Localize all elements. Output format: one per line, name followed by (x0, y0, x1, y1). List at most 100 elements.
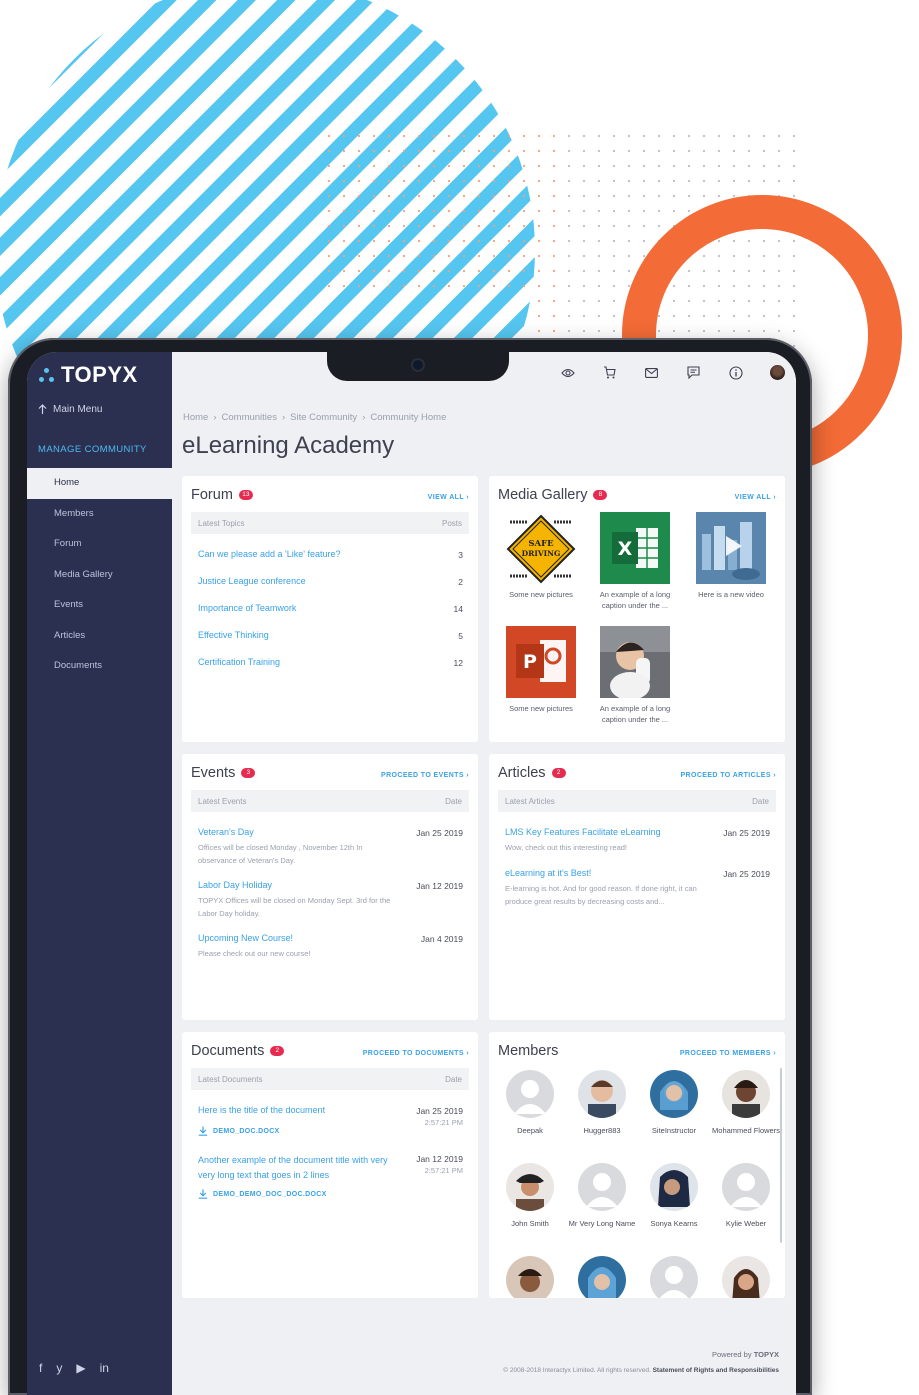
member-card[interactable]: Sonya Kearns (638, 1163, 710, 1229)
gallery-title-text: Media Gallery (498, 487, 588, 503)
sidebar-item-articles[interactable]: Articles (27, 621, 172, 652)
documents-title-text: Documents (191, 1043, 265, 1059)
download-icon (198, 1189, 208, 1199)
document-link[interactable]: Here is the title of the document (198, 1105, 398, 1115)
member-card[interactable]: SiteInstructor (638, 1070, 710, 1136)
mail-icon[interactable] (643, 364, 660, 381)
statement-link[interactable]: Statement of Rights and Responsibilities (653, 1367, 779, 1374)
col-latest-events: Latest Events (198, 797, 247, 806)
proceed-to-members-link[interactable]: PROCEED TO MEMBERS › (680, 1050, 776, 1057)
document-download-link[interactable]: DEMO_DOC.DOCX (198, 1126, 280, 1136)
article-link[interactable]: eLearning at it's Best! (505, 868, 591, 878)
placeholder-avatar-icon (506, 1070, 554, 1118)
sidebar-item-media-gallery[interactable]: Media Gallery (27, 560, 172, 591)
forum-topic-link[interactable]: Can we please add a 'Like' feature? (198, 549, 341, 559)
document-link[interactable]: Another example of the document title wi… (198, 1153, 403, 1183)
topyx-logo[interactable]: TOPYX (38, 362, 138, 388)
user-avatar[interactable] (769, 364, 786, 381)
col-latest-documents: Latest Documents (198, 1075, 263, 1084)
info-icon[interactable] (727, 364, 744, 381)
gallery-item[interactable]: SAFE DRIVING Some new pictures (499, 512, 583, 600)
gallery-view-all-link[interactable]: VIEW ALL › (735, 494, 776, 501)
member-photo (722, 1256, 770, 1298)
event-link[interactable]: Upcoming New Course! (198, 933, 293, 943)
member-name: SiteInstructor (651, 1126, 697, 1135)
sign-text-line-1: SAFE (528, 539, 554, 549)
gallery-caption: An example of a long caption under the .… (599, 590, 671, 610)
forum-topic-link[interactable]: Effective Thinking (198, 630, 269, 640)
member-card[interactable]: Mr Very Long Name (566, 1163, 638, 1229)
member-card[interactable] (494, 1256, 566, 1298)
placeholder-avatar-icon (650, 1256, 698, 1298)
breadcrumb-communities[interactable]: Communities (222, 412, 277, 423)
member-card[interactable]: Kylie Weber (710, 1163, 782, 1229)
forum-post-count: 5 (458, 631, 463, 641)
svg-text:X: X (618, 538, 633, 560)
member-card[interactable]: Deepak (494, 1070, 566, 1136)
proceed-to-documents-link[interactable]: PROCEED TO DOCUMENTS › (363, 1050, 469, 1057)
member-card[interactable]: John Smith (494, 1163, 566, 1229)
event-link[interactable]: Veteran's Day (198, 827, 254, 837)
gallery-item[interactable]: P Some new pictures (499, 626, 583, 714)
articles-card: Articles 2 PROCEED TO ARTICLES › Latest A… (489, 754, 785, 1020)
twitter-icon[interactable]: y (56, 1361, 62, 1375)
proceed-to-events-link[interactable]: PROCEED TO EVENTS › (381, 772, 469, 779)
events-table-header: Latest Events Date (191, 790, 469, 812)
arrow-up-icon (38, 404, 47, 414)
member-photo (650, 1070, 698, 1118)
gallery-item[interactable]: Here is a new video (689, 512, 773, 600)
forum-title: Forum 13 (191, 487, 253, 503)
copyright: © 2008-2018 Interactyx Limited. All righ… (503, 1367, 779, 1374)
forum-topic-link[interactable]: Certification Training (198, 657, 280, 667)
member-name: Hugger883 (583, 1126, 621, 1135)
gallery-item[interactable]: An example of a long caption under the .… (593, 626, 677, 725)
linkedin-icon[interactable]: in (100, 1361, 109, 1375)
powered-by-brand: TOPYX (753, 1350, 779, 1359)
main-menu-label: Main Menu (53, 404, 103, 415)
member-name: Mr Very Long Name (568, 1219, 636, 1228)
sidebar-item-events[interactable]: Events (27, 590, 172, 621)
sidebar-item-members[interactable]: Members (27, 499, 172, 530)
article-link[interactable]: LMS Key Features Facilitate eLearning (505, 827, 661, 837)
member-photo (506, 1163, 554, 1211)
articles-title: Articles 2 (498, 765, 566, 781)
gallery-item[interactable]: X An example of a long caption under the… (593, 512, 677, 611)
member-photo (578, 1256, 626, 1298)
member-card[interactable] (710, 1256, 782, 1298)
tablet-frame: TOPYX Main Menu MANAGE COMMUNITY Home Me… (8, 338, 812, 1395)
breadcrumb-home[interactable]: Home (183, 412, 208, 423)
facebook-icon[interactable]: f (39, 1361, 42, 1375)
members-title: Members (498, 1043, 558, 1059)
breadcrumb-site-community[interactable]: Site Community (290, 412, 357, 423)
member-card[interactable]: Hugger883 (566, 1070, 638, 1136)
sidebar-item-documents[interactable]: Documents (27, 651, 172, 682)
member-photo (506, 1256, 554, 1298)
document-download-link[interactable]: DEMO_DEMO_DOC_DOC.DOCX (198, 1189, 327, 1199)
forum-post-count: 14 (453, 604, 463, 614)
breadcrumb-community-home: Community Home (370, 412, 447, 423)
col-latest-topics: Latest Topics (198, 519, 245, 528)
member-card[interactable]: Mohammed Flowers (710, 1070, 782, 1136)
app-screen: TOPYX Main Menu MANAGE COMMUNITY Home Me… (27, 352, 796, 1395)
sidebar: TOPYX Main Menu MANAGE COMMUNITY Home Me… (27, 352, 172, 1395)
member-photo (578, 1070, 626, 1118)
forum-topic-link[interactable]: Importance of Teamwork (198, 603, 296, 613)
copyright-text: © 2008-2018 Interactyx Limited. All righ… (503, 1367, 651, 1374)
sidebar-item-forum[interactable]: Forum (27, 529, 172, 560)
event-link[interactable]: Labor Day Holiday (198, 880, 272, 890)
youtube-icon[interactable]: ▶ (76, 1361, 85, 1375)
cart-icon[interactable] (601, 364, 618, 381)
download-icon (198, 1126, 208, 1136)
forum-view-all-link[interactable]: VIEW ALL › (428, 494, 469, 501)
member-card[interactable] (566, 1256, 638, 1298)
member-card[interactable] (638, 1256, 710, 1298)
chat-icon[interactable] (685, 364, 702, 381)
main-menu-link[interactable]: Main Menu (38, 404, 102, 415)
proceed-to-articles-link[interactable]: PROCEED TO ARTICLES › (680, 772, 776, 779)
eye-icon[interactable] (559, 364, 576, 381)
forum-topic-link[interactable]: Justice League conference (198, 576, 306, 586)
chevron-right-icon: › (281, 412, 286, 423)
sidebar-item-home[interactable]: Home (27, 468, 172, 499)
document-filename: DEMO_DEMO_DOC_DOC.DOCX (213, 1190, 327, 1198)
device-notch (327, 352, 509, 381)
